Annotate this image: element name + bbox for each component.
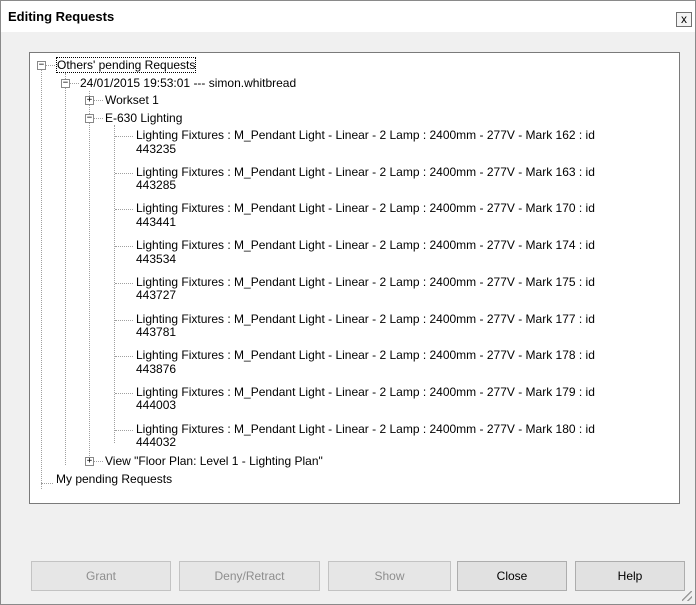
tree-line: [69, 83, 79, 84]
tree-line: [115, 136, 133, 137]
close-icon: x: [681, 12, 687, 26]
fixture-description: Lighting Fixtures : M_Pendant Light - Li…: [136, 128, 595, 142]
tree-node-lighting[interactable]: E-630 Lighting: [105, 111, 182, 125]
tree-line: [93, 100, 103, 101]
fixture-id: 443235: [136, 141, 177, 156]
expand-icon[interactable]: +: [85, 457, 94, 466]
close-button[interactable]: Close: [457, 561, 567, 591]
tree-line: [93, 461, 103, 462]
tree-line: [41, 65, 42, 489]
tree-node-others-pending[interactable]: Others' pending Requests: [55, 57, 197, 73]
tree-line: [115, 246, 133, 248]
deny-retract-button[interactable]: Deny/Retract: [179, 561, 320, 591]
tree-line: [115, 429, 133, 431]
tree-node-lighting-fixture[interactable]: Lighting Fixtures : M_Pendant Light - Li…: [136, 202, 656, 229]
tree-node-lighting-fixture[interactable]: Lighting Fixtures : M_Pendant Light - Li…: [136, 274, 656, 303]
tree-node-lighting-fixture[interactable]: Lighting Fixtures : M_Pendant Light - Li…: [136, 128, 656, 156]
fixture-id: 443876: [136, 361, 177, 376]
tree-line: [93, 118, 103, 119]
tree-node-lighting-fixture[interactable]: Lighting Fixtures : M_Pendant Light - Li…: [136, 349, 656, 376]
tree-line: [41, 483, 53, 484]
dialog-title: Editing Requests: [8, 9, 115, 24]
fixture-description: Lighting Fixtures : M_Pendant Light - Li…: [136, 384, 595, 399]
tree-line: [115, 319, 133, 321]
fixture-id: 443285: [136, 178, 177, 193]
fixture-description: Lighting Fixtures : M_Pendant Light - Li…: [136, 274, 595, 289]
tree-line: [115, 209, 133, 211]
help-button[interactable]: Help: [575, 561, 685, 591]
tree-node-lighting-fixture[interactable]: Lighting Fixtures : M_Pendant Light - Li…: [136, 239, 656, 266]
tree-node-view[interactable]: View "Floor Plan: Level 1 - Lighting Pla…: [105, 454, 323, 468]
tree-line: [115, 392, 133, 394]
tree-line: [115, 356, 133, 358]
tree-node-my-pending[interactable]: My pending Requests: [56, 472, 172, 486]
expand-icon[interactable]: +: [85, 96, 94, 105]
editing-requests-dialog: Editing Requests x − Others' pending Req…: [0, 0, 696, 605]
requests-tree[interactable]: − Others' pending Requests − 24/01/2015 …: [29, 52, 680, 504]
tree-line: [89, 91, 90, 464]
fixture-id: 443727: [136, 288, 177, 303]
fixture-description: Lighting Fixtures : M_Pendant Light - Li…: [136, 201, 595, 216]
resize-grip-icon[interactable]: [682, 591, 692, 601]
tree-node-request[interactable]: 24/01/2015 19:53:01 --- simon.whitbread: [80, 76, 296, 90]
grant-button[interactable]: Grant: [31, 561, 171, 591]
close-window-button[interactable]: x: [676, 12, 692, 27]
fixture-description: Lighting Fixtures : M_Pendant Light - Li…: [136, 311, 595, 326]
fixture-description: Lighting Fixtures : M_Pendant Light - Li…: [136, 421, 595, 436]
tree-line: [115, 282, 133, 284]
fixture-description: Lighting Fixtures : M_Pendant Light - Li…: [136, 238, 595, 253]
tree-node-lighting-fixture[interactable]: Lighting Fixtures : M_Pendant Light - Li…: [136, 384, 656, 413]
fixture-description: Lighting Fixtures : M_Pendant Light - Li…: [136, 164, 595, 179]
tree-line: [115, 172, 133, 174]
fixture-id: 443781: [136, 325, 177, 339]
show-button[interactable]: Show: [328, 561, 451, 591]
fixture-id: 443534: [136, 251, 177, 266]
fixture-id: 444032: [136, 435, 177, 450]
fixture-description: Lighting Fixtures : M_Pendant Light - Li…: [136, 348, 595, 363]
collapse-icon[interactable]: −: [85, 114, 94, 123]
collapse-icon[interactable]: −: [61, 79, 70, 88]
tree-line: [65, 73, 66, 465]
tree-node-workset[interactable]: Workset 1: [105, 93, 159, 107]
fixture-id: 443441: [136, 214, 177, 229]
tree-line: [45, 65, 55, 66]
tree-node-lighting-fixture[interactable]: Lighting Fixtures : M_Pendant Light - Li…: [136, 164, 656, 193]
collapse-icon[interactable]: −: [37, 61, 46, 70]
tree-node-lighting-fixture[interactable]: Lighting Fixtures : M_Pendant Light - Li…: [136, 421, 656, 450]
title-bar: Editing Requests x: [1, 1, 695, 32]
fixture-id: 444003: [136, 398, 177, 413]
tree-node-lighting-fixture[interactable]: Lighting Fixtures : M_Pendant Light - Li…: [136, 311, 656, 340]
